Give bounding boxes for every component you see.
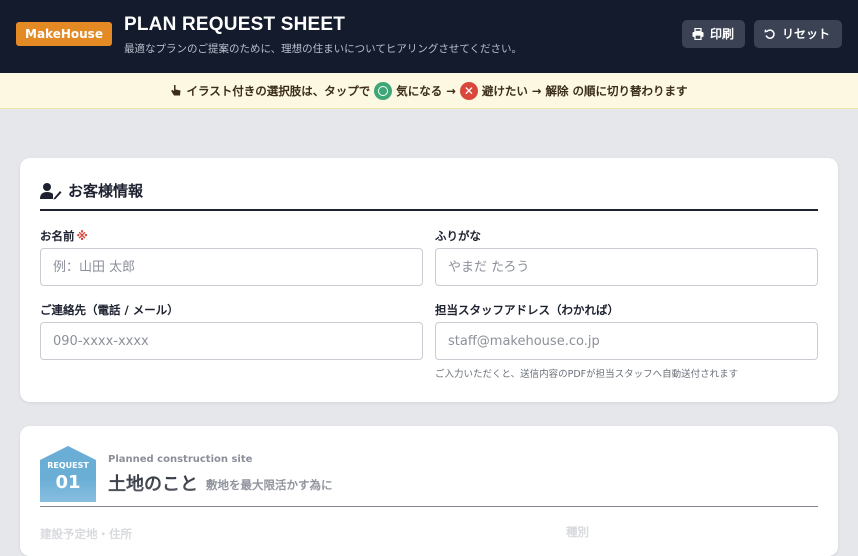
furigana-label: ふりがな — [435, 229, 481, 243]
staff-address-label: 担当スタッフアドレス（わかれば） — [435, 303, 619, 317]
name-input[interactable] — [40, 248, 423, 286]
contact-input[interactable] — [40, 322, 423, 360]
customer-info-card: お客様情報 お名前※ ふりがな ご連絡先（電話 / メール） 担当スタッフアドレ… — [20, 158, 838, 402]
brand-logo: MakeHouse — [16, 22, 112, 46]
page-title: PLAN REQUEST SHEET — [124, 14, 346, 35]
interested-label: 気になる — [396, 83, 443, 98]
print-button-label: 印刷 — [710, 27, 735, 41]
badge-number: 01 — [55, 472, 81, 493]
required-mark: ※ — [76, 229, 88, 243]
reset-button-label: リセット — [782, 27, 831, 41]
land-section-title: 土地のこと — [108, 474, 198, 495]
app-header: MakeHouse PLAN REQUEST SHEET 最適なプランのご提案の… — [0, 0, 858, 73]
site-address-label: 建設予定地・住所 — [40, 527, 132, 541]
land-en-subtitle: Planned construction site — [108, 454, 253, 465]
instruction-text-1: イラスト付きの選択肢は、タップで — [186, 83, 371, 98]
section-divider — [40, 506, 818, 507]
furigana-input[interactable] — [435, 248, 818, 286]
staff-address-input[interactable] — [435, 322, 818, 360]
instruction-text-2: → 解除 の順に切り替わります — [531, 83, 688, 98]
print-button[interactable]: 印刷 — [682, 20, 745, 48]
instruction-banner: イラスト付きの選択肢は、タップで 気になる → ✕ 避けたい → 解除 の順に切… — [0, 73, 858, 109]
contact-label: ご連絡先（電話 / メール） — [40, 303, 179, 317]
interested-circle-icon — [374, 81, 393, 100]
name-label-text: お名前 — [40, 229, 75, 243]
page-subtitle: 最適なプランのご提案のために、理想の住まいについてヒアリングさせてください。 — [124, 43, 523, 55]
undo-icon — [764, 29, 775, 39]
customer-section-header: お客様情報 — [40, 180, 818, 211]
avoid-x-icon: ✕ — [459, 81, 478, 100]
staff-address-note: ご入力いただくと、送信内容のPDFが担当スタッフへ自動送付されます — [435, 369, 739, 380]
printer-icon — [692, 28, 704, 40]
user-edit-icon — [40, 183, 62, 200]
arrow-text: → — [446, 83, 456, 98]
request-badge: REQUEST 01 — [40, 446, 96, 502]
land-section-description: 敷地を最大限活かす為に — [206, 478, 333, 492]
land-type-label: 種別 — [566, 525, 589, 539]
tap-hand-icon — [171, 85, 181, 96]
customer-section-title: お客様情報 — [68, 182, 144, 200]
badge-label: REQUEST — [47, 461, 89, 470]
name-label: お名前 ※ — [40, 228, 88, 244]
reset-button[interactable]: リセット — [754, 20, 842, 48]
avoid-label: 避けたい — [481, 83, 528, 98]
